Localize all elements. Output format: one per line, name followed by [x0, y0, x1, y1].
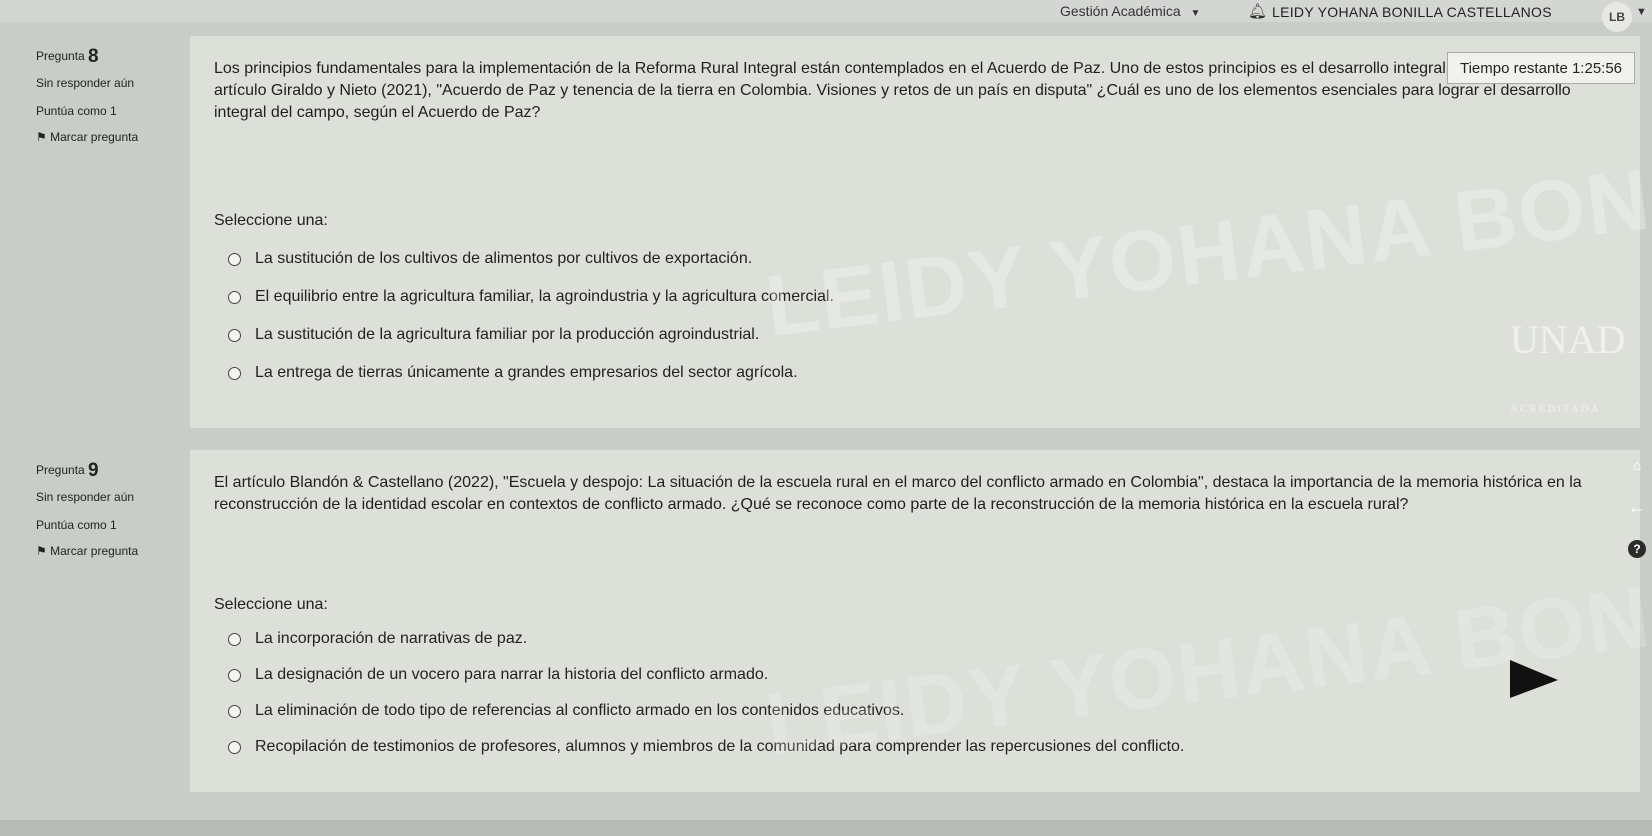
user-name[interactable]: LEIDY YOHANA BONILLA CASTELLANOS	[1272, 4, 1552, 20]
chevron-down-icon: ▼	[1190, 8, 1201, 19]
answer-option[interactable]: La eliminación de todo tipo de referenci…	[228, 702, 904, 720]
academic-menu[interactable]: Gestión Académica ▼	[1060, 3, 1200, 19]
question-content: El artículo Blandón & Castellano (2022),…	[190, 450, 1640, 792]
radio-button-icon[interactable]	[228, 632, 241, 646]
question-score: Puntúa como 1	[36, 104, 117, 118]
answer-option[interactable]: El equilibrio entre la agricultura famil…	[228, 288, 834, 306]
question-status: Sin responder aún	[36, 76, 135, 90]
time-remaining: Tiempo restante 1:25:56	[1447, 52, 1635, 84]
radio-button-icon[interactable]	[228, 704, 241, 718]
radio-button-icon[interactable]	[228, 328, 241, 342]
answer-option[interactable]: La entrega de tierras únicamente a grand…	[228, 364, 798, 382]
flag-question[interactable]: ⚑ Marcar pregunta	[36, 544, 138, 558]
radio-button-icon[interactable]	[228, 740, 241, 754]
question-8: Pregunta 8 Sin responder aún Puntúa como…	[0, 36, 1652, 428]
answer-option[interactable]: La sustitución de la agricultura familia…	[228, 326, 759, 344]
pointer-arrow-icon	[1510, 660, 1558, 698]
radio-button-icon[interactable]	[228, 366, 241, 380]
question-9: Pregunta 9 Sin responder aún Puntúa como…	[0, 450, 1652, 792]
radio-button-icon[interactable]	[228, 668, 241, 682]
chevron-down-icon[interactable]: ▼	[1636, 6, 1647, 18]
bell-icon[interactable]: 🔔︎	[1248, 2, 1267, 20]
question-content: Los principios fundamentales para la imp…	[190, 36, 1640, 428]
help-icon[interactable]: ?	[1628, 540, 1646, 558]
radio-button-icon[interactable]	[228, 252, 241, 266]
answer-option[interactable]: La designación de un vocero para narrar …	[228, 666, 768, 684]
question-text: Los principios fundamentales para la imp…	[214, 60, 1571, 121]
flag-icon: ⚑	[36, 544, 47, 558]
top-navbar: Gestión Académica ▼ 🔔︎ LEIDY YOHANA BONI…	[0, 0, 1652, 32]
select-one-label: Seleccione una:	[214, 212, 328, 229]
arrow-left-icon[interactable]: ←	[1628, 497, 1646, 517]
question-number: Pregunta 9	[36, 460, 99, 481]
answer-option[interactable]: La incorporación de narrativas de paz.	[228, 630, 527, 648]
answer-option[interactable]: La sustitución de los cultivos de alimen…	[228, 250, 752, 268]
question-text: El artículo Blandón & Castellano (2022),…	[214, 474, 1582, 513]
bottom-strip	[0, 820, 1652, 836]
select-one-label: Seleccione una:	[214, 596, 328, 613]
academic-menu-label: Gestión Académica	[1060, 3, 1181, 19]
flag-question[interactable]: ⚑ Marcar pregunta	[36, 130, 138, 144]
answer-option[interactable]: Recopilación de testimonios de profesore…	[228, 738, 1184, 756]
home-icon[interactable]: ⌂	[1628, 456, 1646, 474]
avatar[interactable]: LB	[1602, 2, 1632, 32]
question-number: Pregunta 8	[36, 46, 99, 67]
radio-button-icon[interactable]	[228, 290, 241, 304]
question-score: Puntúa como 1	[36, 518, 117, 532]
question-status: Sin responder aún	[36, 490, 135, 504]
flag-icon: ⚑	[36, 130, 47, 144]
